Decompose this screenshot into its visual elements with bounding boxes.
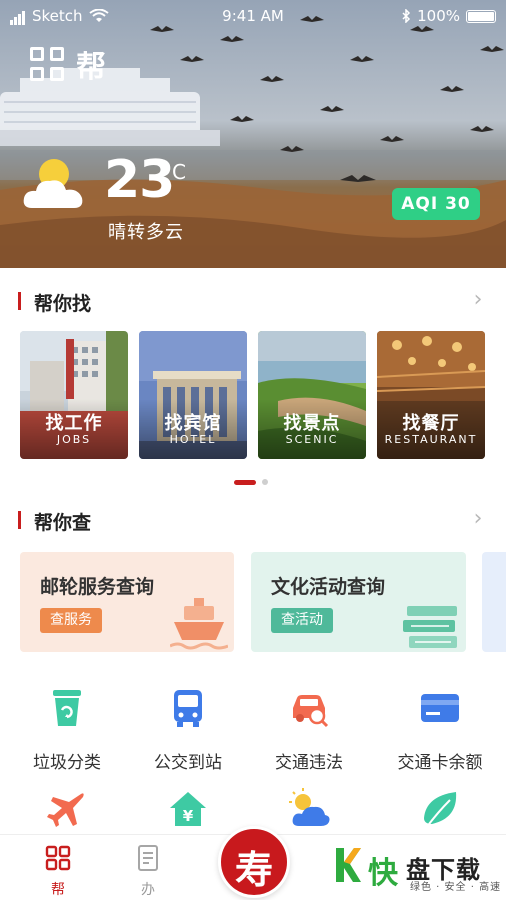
grid-logo-icon <box>30 47 64 81</box>
card-label: 找宾馆 <box>164 413 222 434</box>
bluetooth-icon <box>402 9 411 23</box>
indicator-active <box>234 479 256 485</box>
battery-icon <box>466 9 496 23</box>
service-flight[interactable] <box>12 788 122 836</box>
service-weather[interactable] <box>254 788 364 836</box>
card-label: 找餐厅 <box>402 413 460 434</box>
leaf-icon <box>424 792 457 829</box>
card-sublabel: RESTAURANT <box>384 433 478 446</box>
culture-query-card[interactable]: 文化活动查询 查活动 <box>251 552 466 652</box>
watermark-char: 快 <box>368 856 398 891</box>
indicator-inactive <box>262 479 268 485</box>
service-environment[interactable] <box>385 788 495 836</box>
watermark-slogan: 绿色 · 安全 · 高速 <box>410 882 502 893</box>
k-logo-icon <box>336 848 361 882</box>
culture-query-button[interactable]: 查活动 <box>271 608 333 633</box>
section-check-header[interactable]: 帮你查 › <box>18 508 488 534</box>
app-header: 帮 <box>30 42 108 86</box>
svg-text:¥: ¥ <box>183 807 194 825</box>
car-search-icon <box>293 695 329 728</box>
cruise-query-title: 邮轮服务查询 <box>40 576 155 598</box>
section-accent-bar <box>18 511 21 529</box>
tab-help[interactable]: 帮 <box>28 845 88 899</box>
service-housing-fund[interactable]: ¥ <box>133 788 243 836</box>
cruise-query-button[interactable]: 查服务 <box>40 608 102 633</box>
service-bus-arrival[interactable]: 公交到站 <box>133 686 243 773</box>
section-find-header[interactable]: 帮你找 › <box>18 289 488 315</box>
bus-icon <box>174 690 202 727</box>
weather-icon <box>289 788 330 826</box>
center-home-button[interactable]: 寿 <box>218 826 290 898</box>
section-find-title: 帮你找 <box>34 293 92 315</box>
card-label: 找景点 <box>283 413 341 434</box>
card-jobs[interactable]: 找工作 JOBS <box>20 331 128 459</box>
temperature-unit: °C <box>162 160 186 184</box>
card-sublabel: SCENIC <box>285 433 339 446</box>
cruise-query-card[interactable]: 邮轮服务查询 查服务 <box>20 552 234 652</box>
tab-label: 帮 <box>51 882 65 898</box>
app-title: 帮 <box>76 50 108 85</box>
airplane-icon <box>47 793 84 827</box>
sun-cloud-icon <box>23 159 83 208</box>
aqi-badge[interactable]: AQI 30 <box>392 188 480 220</box>
card-restaurant[interactable]: 找餐厅 RESTAURANT <box>377 331 485 459</box>
service-traffic-violation[interactable]: 交通违法 <box>254 686 364 773</box>
watermark-logo: 快 盘下载 绿色 · 安全 · 高速 <box>334 846 502 894</box>
card-hotel[interactable]: 找宾馆 HOTEL <box>139 331 247 459</box>
app-screen: Sketch 9:41 AM 100% 帮 23 °C 晴转多云 AQI 30 … <box>0 0 506 900</box>
card-label: 找工作 <box>45 413 103 434</box>
service-label: 公交到站 <box>154 753 222 773</box>
section-accent-bar <box>18 292 21 310</box>
service-label: 垃圾分类 <box>33 753 101 773</box>
next-query-card-peek[interactable] <box>482 552 506 652</box>
house-yuan-icon: ¥ <box>170 792 206 826</box>
status-bar: Sketch 9:41 AM 100% <box>0 0 506 32</box>
carousel-indicator[interactable] <box>234 479 268 485</box>
card-sublabel: HOTEL <box>169 433 217 446</box>
service-trash-sorting[interactable]: 垃圾分类 <box>12 686 122 773</box>
battery-percent: 100% <box>417 7 460 25</box>
card-icon <box>421 694 459 722</box>
center-glyph: 寿 <box>234 847 273 892</box>
chevron-right-icon[interactable]: › <box>468 508 488 530</box>
service-label: 交通违法 <box>275 753 343 773</box>
service-label: 交通卡余额 <box>397 753 483 773</box>
trash-bin-icon <box>53 690 81 726</box>
ship-icon <box>170 598 228 650</box>
books-icon <box>403 606 457 648</box>
section-check-title: 帮你查 <box>34 512 92 534</box>
chevron-right-icon[interactable]: › <box>468 289 488 311</box>
card-scenic[interactable]: 找景点 SCENIC <box>258 331 366 459</box>
tab-handle[interactable]: 办 <box>118 845 178 899</box>
grid-icon <box>45 845 71 871</box>
weather-condition: 晴转多云 <box>108 222 184 243</box>
card-sublabel: JOBS <box>56 433 92 446</box>
service-transit-card-balance[interactable]: 交通卡余额 <box>385 686 495 773</box>
hero-background-image <box>0 0 506 268</box>
status-right: 100% <box>401 7 496 25</box>
hero-banner: Sketch 9:41 AM 100% 帮 23 °C 晴转多云 AQI 30 <box>0 0 506 268</box>
tab-label: 办 <box>141 882 155 898</box>
document-icon <box>138 845 158 871</box>
find-cards-carousel[interactable]: 找工作 JOBS 找宾馆 HOTEL 找景点 SCENIC 找餐厅 RESTAU… <box>20 331 506 459</box>
culture-query-title: 文化活动查询 <box>271 576 386 598</box>
